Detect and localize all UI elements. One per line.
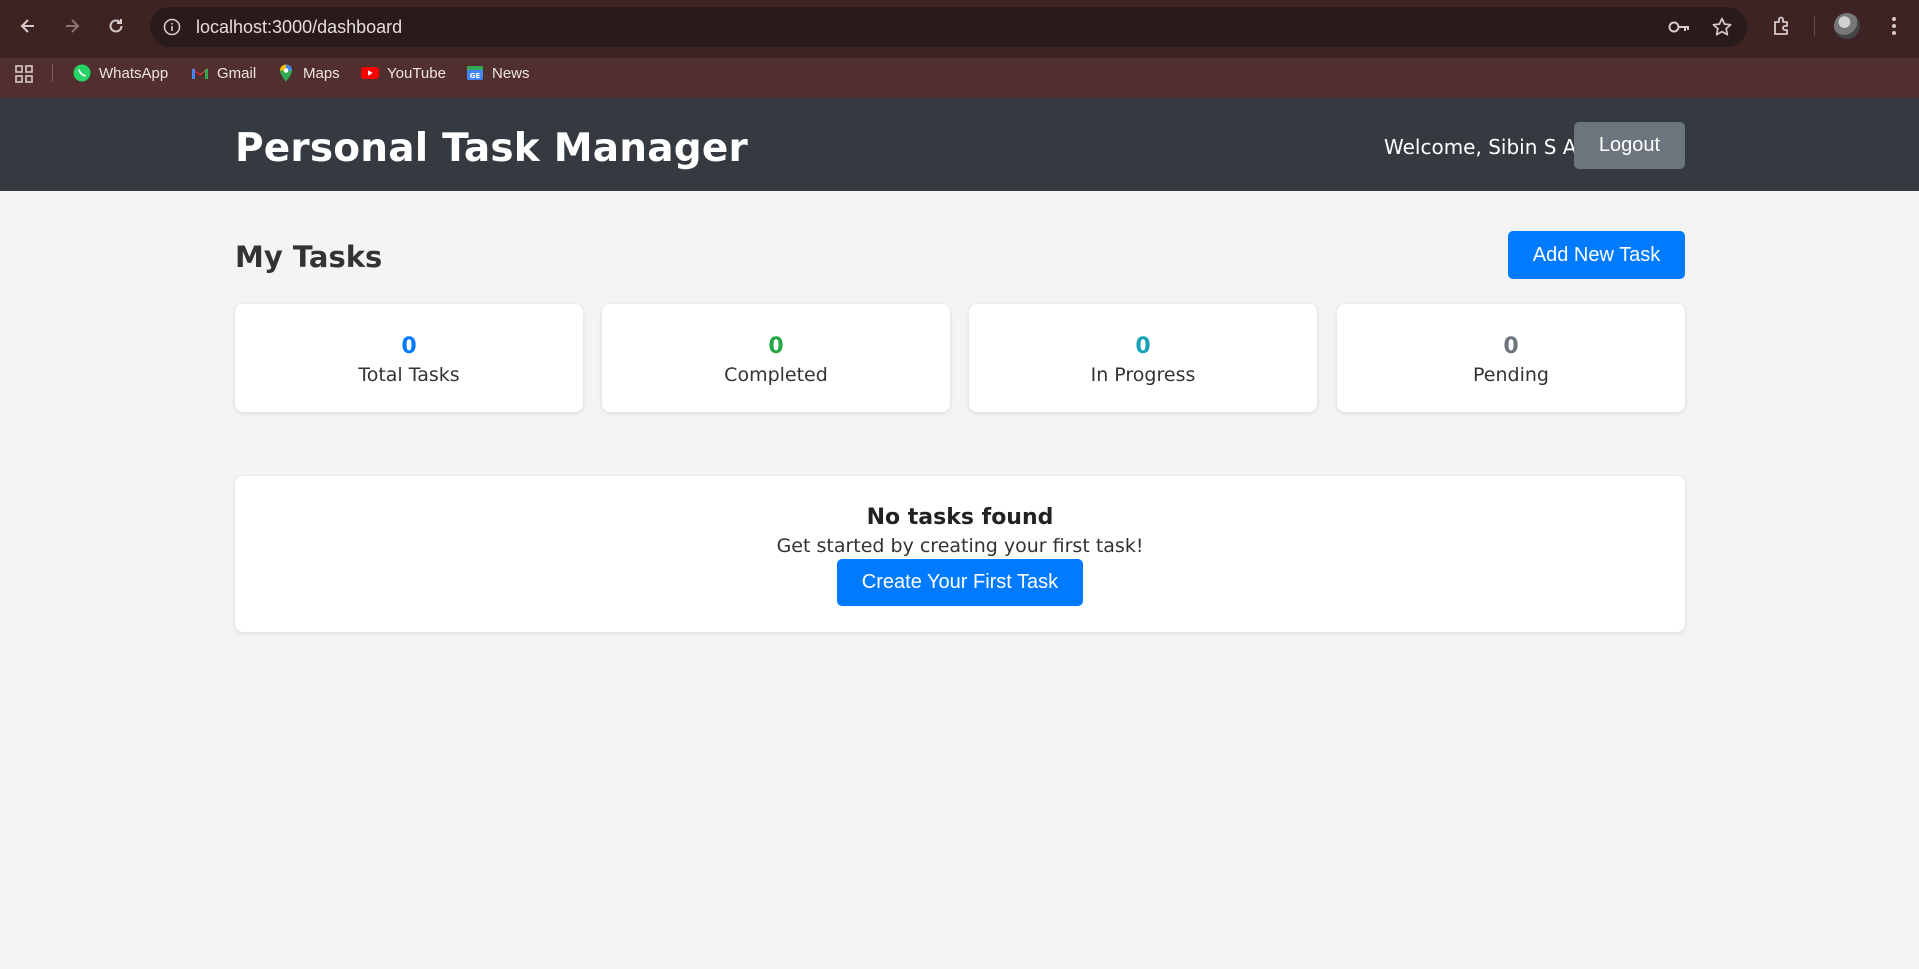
svg-text:GE: GE [470,72,481,80]
stat-value: 0 [1503,334,1519,359]
youtube-icon [360,63,380,83]
chrome-bottom-strip [0,88,1919,98]
extensions-icon[interactable] [1770,14,1794,38]
forward-button[interactable] [56,12,88,40]
bookmark-whatsapp[interactable]: WhatsApp [72,61,168,85]
page-title: My Tasks [235,240,383,274]
browser-toolbar: localhost:3000/dashboard [0,0,1919,52]
stat-value: 0 [401,334,417,359]
stat-label: Completed [724,364,828,386]
more-menu-icon[interactable] [1882,14,1906,38]
news-icon: GE [465,63,485,83]
apps-grid-icon[interactable] [14,64,34,84]
bookmarks-divider [52,64,53,82]
url-text[interactable]: localhost:3000/dashboard [196,17,402,38]
profile-avatar[interactable] [1834,13,1860,39]
stat-card-pending: 0 Pending [1337,304,1685,412]
stat-card-completed: 0 Completed [602,304,950,412]
empty-state-card: No tasks found Get started by creating y… [235,476,1685,632]
back-button[interactable] [12,12,44,40]
app-title: Personal Task Manager [235,126,748,171]
bookmark-maps[interactable]: Maps [276,61,340,85]
bookmark-label: WhatsApp [99,64,169,82]
bookmark-label: YouTube [387,64,446,82]
toolbar-divider [1814,16,1815,36]
stat-label: Pending [1473,364,1549,386]
empty-state-subtitle: Get started by creating your first task! [776,535,1144,557]
bookmark-gmail[interactable]: Gmail [190,61,256,85]
stat-card-in-progress: 0 In Progress [969,304,1317,412]
site-info-icon[interactable] [162,17,182,37]
stat-card-total: 0 Total Tasks [235,304,583,412]
add-task-button[interactable]: Add New Task [1508,231,1685,279]
reload-button[interactable] [100,12,132,40]
stat-value: 0 [1135,334,1151,359]
bookmark-label: Maps [303,64,340,82]
address-bar[interactable]: localhost:3000/dashboard [150,7,1747,47]
password-key-icon[interactable] [1667,17,1691,37]
reload-icon [109,19,123,33]
create-first-task-button[interactable]: Create Your First Task [837,559,1083,606]
welcome-text: Welcome, Sibin S A [1384,135,1577,159]
whatsapp-icon [72,63,92,83]
stat-label: In Progress [1090,364,1196,386]
bookmark-youtube[interactable]: YouTube [360,61,446,85]
bookmark-label: News [492,64,530,82]
arrow-right-icon [66,19,80,33]
gmail-icon [190,63,210,83]
logout-button[interactable]: Logout [1574,122,1685,169]
bookmarks-bar: WhatsApp Gmail Maps YouTube GE News [0,58,1919,88]
bookmark-star-icon[interactable] [1711,16,1733,38]
maps-icon [276,63,296,83]
browser-chrome: localhost:3000/dashboard WhatsApp Gmail … [0,0,1919,98]
empty-state-title: No tasks found [866,505,1054,530]
stat-value: 0 [768,334,784,359]
stat-label: Total Tasks [358,364,460,386]
bookmark-news[interactable]: GE News [465,61,530,85]
arrow-left-icon [20,19,34,33]
bookmark-label: Gmail [217,64,257,82]
